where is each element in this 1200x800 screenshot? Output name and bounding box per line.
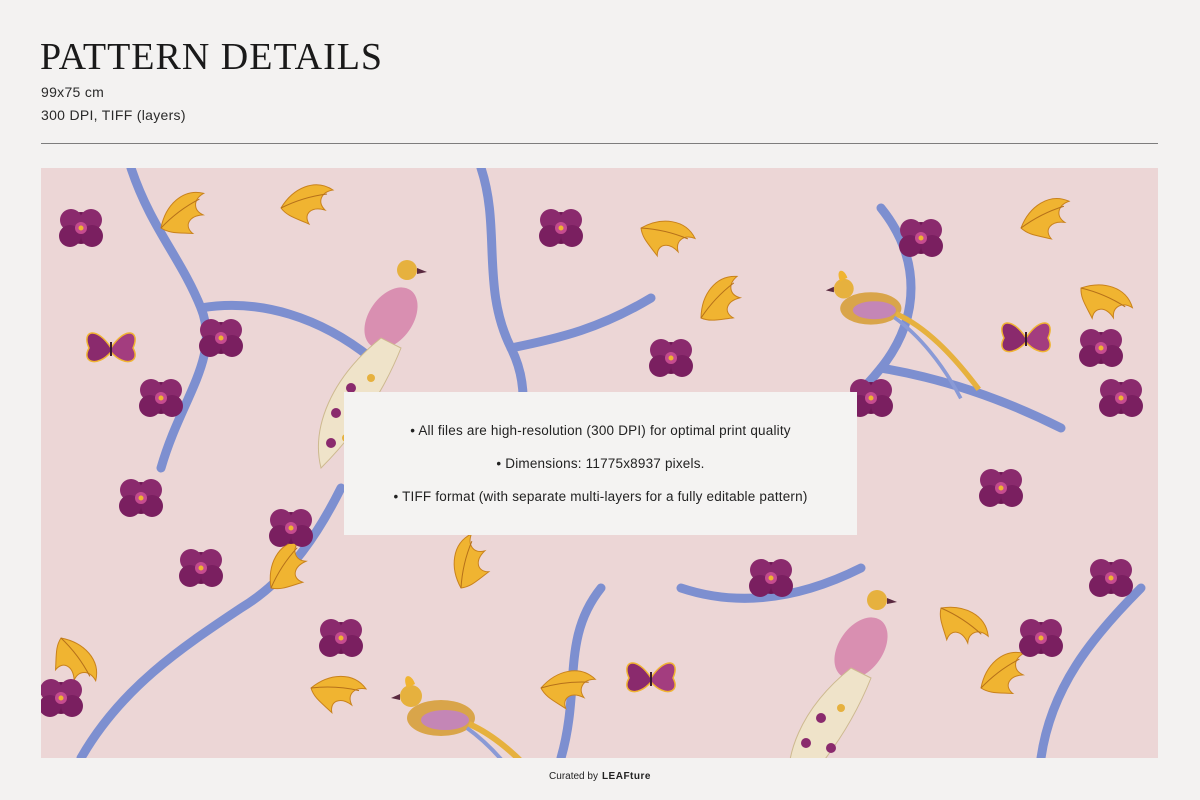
- pattern-size: 99x75 cm: [41, 84, 105, 100]
- footer-credit: Curated by LEAFture: [0, 771, 1200, 782]
- info-bullet-format: • TIFF format (with separate multi-layer…: [393, 489, 808, 504]
- page-title: PATTERN DETAILS: [40, 36, 384, 78]
- header-divider: [41, 143, 1158, 144]
- pattern-format: 300 DPI, TIFF (layers): [41, 107, 186, 123]
- curated-label: Curated by: [549, 771, 598, 782]
- brand-logo: LEAFture: [601, 771, 651, 782]
- info-card: • All files are high-resolution (300 DPI…: [344, 392, 857, 535]
- info-bullet-dimensions: • Dimensions: 11775x8937 pixels.: [496, 456, 705, 471]
- info-bullet-resolution: • All files are high-resolution (300 DPI…: [410, 423, 791, 438]
